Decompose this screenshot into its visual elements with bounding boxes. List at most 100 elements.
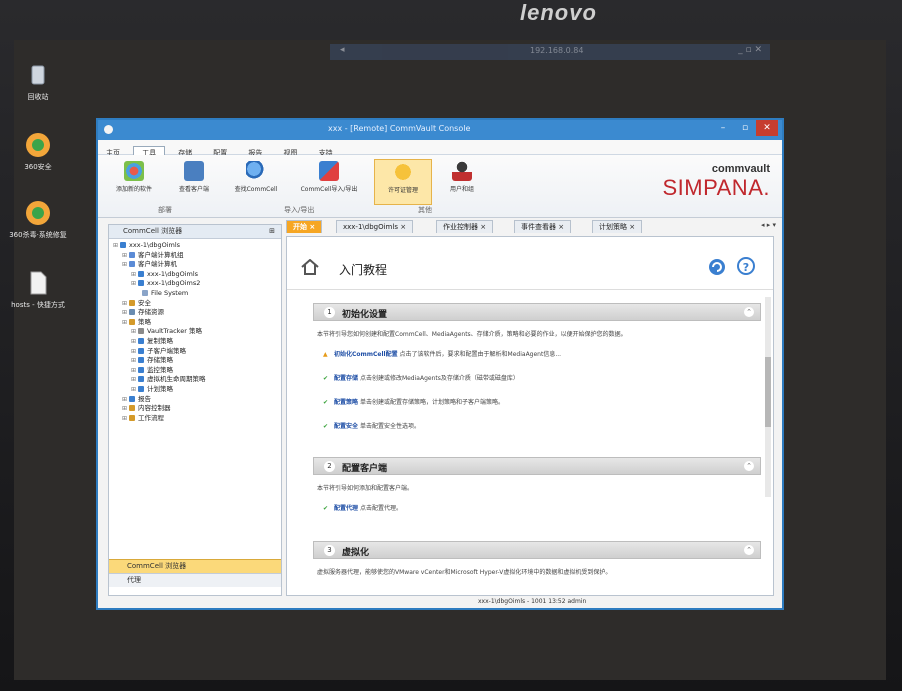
tree-node[interactable]: ⊞ xxx-1\dbgOimls xyxy=(113,241,281,251)
tree-node[interactable]: ⊞ 存储资源 xyxy=(113,308,281,318)
help-icon[interactable]: ? xyxy=(737,257,755,275)
tree-node[interactable]: ⊞ 计划策略 xyxy=(113,385,281,395)
tree-node[interactable]: ⊞ 工作流程 xyxy=(113,414,281,424)
tree-node[interactable]: ⊞ 报告 xyxy=(113,395,281,405)
nav-commcell-browser[interactable]: CommCell 浏览器 xyxy=(109,559,281,573)
tree-node-icon xyxy=(138,270,145,277)
tree-node[interactable]: ⊞ 存储策略 xyxy=(113,356,281,366)
desktop-icon-recycle-bin[interactable]: 回收站 xyxy=(8,60,68,102)
nav-agents[interactable]: 代理 xyxy=(109,573,281,587)
expand-icon[interactable]: ⊞ xyxy=(131,271,136,278)
tree-node[interactable]: ⊞ 客户端计算机 xyxy=(113,260,281,270)
scrollbar-thumb[interactable] xyxy=(765,357,771,427)
background-window-controls[interactable]: _ ▫ ✕ xyxy=(738,45,762,55)
section-header-configure-clients[interactable]: 2 配置客户端 ⌃ xyxy=(313,457,761,475)
expand-icon[interactable]: ⊞ xyxy=(131,367,136,374)
tree-node[interactable]: ⊞ 安全 xyxy=(113,299,281,309)
tree-node[interactable]: ⊞ 客户端计算机组 xyxy=(113,251,281,261)
expand-icon[interactable]: ⊞ xyxy=(122,319,127,326)
tree-node-label: xxx-1\dbgOimls xyxy=(147,269,199,278)
tab-start[interactable]: 开始 × xyxy=(286,220,323,233)
task-link[interactable]: 配置代理 xyxy=(334,505,358,512)
expand-icon[interactable]: ⊞ xyxy=(131,328,136,335)
section-title: 配置客户端 xyxy=(342,464,388,474)
refresh-icon[interactable] xyxy=(709,259,725,275)
window-titlebar[interactable]: xxx - [Remote] CommVault Console – ▫ ✕ xyxy=(98,120,782,140)
home-icon[interactable] xyxy=(301,258,319,275)
task-configure-agents: ✔ 配置代理 点击配置代理。 xyxy=(323,503,402,512)
expand-icon[interactable]: ⊞ xyxy=(122,309,127,316)
back-arrow-icon[interactable]: ◂ xyxy=(340,45,345,55)
expand-icon[interactable]: ⊞ xyxy=(131,348,136,355)
tree-node[interactable]: ⊞ 监控策略 xyxy=(113,366,281,376)
expand-icon[interactable]: ⊞ xyxy=(113,242,118,249)
tab-event-viewer[interactable]: 事件查看器 × xyxy=(514,220,572,233)
tree-node[interactable]: ⊞ xxx-1\dbgOims2 xyxy=(113,279,281,289)
ribbon-view-clients-button[interactable]: 查看客户端 xyxy=(166,159,222,193)
tree-node[interactable]: ⊞ 复制策略 xyxy=(113,337,281,347)
recycle-bin-icon xyxy=(23,60,53,90)
section-header-virtualization[interactable]: 3 虚拟化 ⌃ xyxy=(313,541,761,559)
collapse-icon[interactable]: ⌃ xyxy=(744,545,754,555)
status-bar: xxx-1\dbgOimls - 1001 13:52 admin xyxy=(478,598,587,605)
tree-node-icon xyxy=(138,328,145,335)
tab-label: 作业控制器 xyxy=(443,223,478,231)
tree-node[interactable]: ⊞ 策略 xyxy=(113,318,281,328)
task-link[interactable]: 配置安全 xyxy=(334,423,358,430)
tab-nav-buttons[interactable]: ◂ ▸ ▾ xyxy=(761,221,776,229)
pin-icon[interactable]: ⊞ xyxy=(269,225,275,238)
expand-icon[interactable]: ⊞ xyxy=(122,396,127,403)
tab-label: 事件查看器 xyxy=(521,223,556,231)
collapse-icon[interactable]: ⌃ xyxy=(744,461,754,471)
desktop-icon-360-repair[interactable]: 360杀毒·系统修复 xyxy=(8,198,68,240)
background-window-titlebar[interactable]: ◂ 192.168.0.84 _ ▫ ✕ xyxy=(330,44,770,60)
tree-node-label: 内容控制器 xyxy=(138,404,171,413)
expand-icon[interactable]: ⊞ xyxy=(122,261,127,268)
checkmark-icon: ✔ xyxy=(323,505,329,512)
expand-icon[interactable]: ⊞ xyxy=(131,280,136,287)
tab-schedule-policy[interactable]: 计划策略 × xyxy=(592,220,643,233)
tree-node[interactable]: File System xyxy=(113,289,281,299)
collapse-icon[interactable]: ⌃ xyxy=(744,307,754,317)
section-number: 3 xyxy=(324,545,335,556)
task-link[interactable]: 配置策略 xyxy=(334,399,358,406)
task-link[interactable]: 配置存储 xyxy=(334,375,358,382)
expand-icon[interactable]: ⊞ xyxy=(131,338,136,345)
ribbon-users-button[interactable]: 用户和组 xyxy=(434,159,490,193)
section-title: 初始化设置 xyxy=(342,310,388,320)
ribbon-license-button[interactable]: 许可证管理 xyxy=(374,159,432,205)
expand-icon[interactable]: ⊞ xyxy=(122,300,127,307)
section-header-initial-setup[interactable]: 1 初始化设置 ⌃ xyxy=(313,303,761,321)
maximize-button[interactable]: ▫ xyxy=(734,120,756,136)
tree-node-icon xyxy=(138,357,145,364)
file-icon xyxy=(23,268,53,298)
tree-node[interactable]: ⊞ 内容控制器 xyxy=(113,404,281,414)
desktop-icon-label: 回收站 xyxy=(27,93,49,101)
ribbon-find-commcell-button[interactable]: 查找CommCell xyxy=(228,159,284,193)
ribbon-import-export-button[interactable]: CommCell导入/导出 xyxy=(294,159,364,193)
vertical-scrollbar[interactable] xyxy=(765,297,771,497)
desktop-icon-hosts-shortcut[interactable]: hosts - 快捷方式 xyxy=(8,268,68,310)
tree-node[interactable]: ⊞ 子客户端策略 xyxy=(113,347,281,357)
tree-node-icon xyxy=(129,414,136,421)
tree-node-label: 复制策略 xyxy=(147,336,174,345)
ribbon-add-software-button[interactable]: 添加新的软件 xyxy=(106,159,162,193)
minimize-button[interactable]: – xyxy=(712,120,734,136)
desktop-icon-360-safe[interactable]: 360安全 xyxy=(8,130,68,172)
close-button[interactable]: ✕ xyxy=(756,120,778,136)
expand-icon[interactable]: ⊞ xyxy=(131,376,136,383)
tree-node-icon xyxy=(138,347,145,354)
tab-client[interactable]: xxx-1\dbgOimls × xyxy=(336,220,414,233)
expand-icon[interactable]: ⊞ xyxy=(122,252,127,259)
tree-node[interactable]: ⊞ xxx-1\dbgOimls xyxy=(113,270,281,280)
expand-icon[interactable]: ⊞ xyxy=(131,357,136,364)
expand-icon[interactable]: ⊞ xyxy=(122,415,127,422)
task-link[interactable]: 初始化CommCell配置 xyxy=(334,351,398,358)
expand-icon[interactable]: ⊞ xyxy=(131,386,136,393)
tree-node[interactable]: ⊞ VaultTracker 策略 xyxy=(113,327,281,337)
ribbon-group-label: 部署 xyxy=(158,206,172,214)
expand-icon[interactable]: ⊞ xyxy=(122,405,127,412)
tab-job-controller[interactable]: 作业控制器 × xyxy=(436,220,494,233)
tree-node[interactable]: ⊞ 虚拟机生命周期策略 xyxy=(113,375,281,385)
software-icon xyxy=(124,161,144,181)
